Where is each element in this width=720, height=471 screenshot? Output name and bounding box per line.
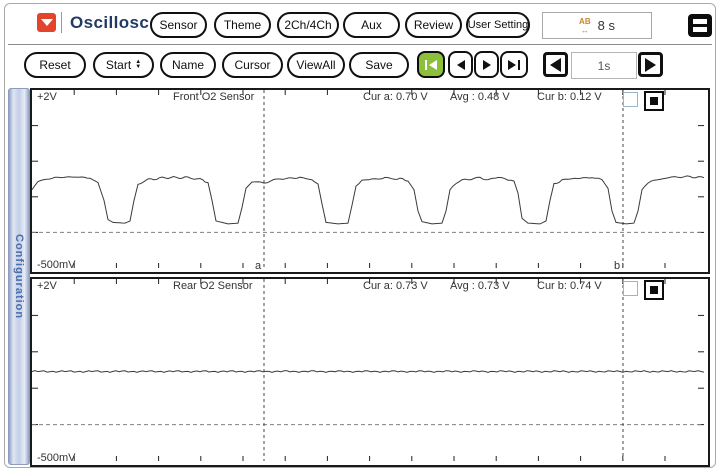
avg-readout: Avg :0.48 V: [450, 91, 510, 103]
ab-time-field[interactable]: AB ↔ 8 s: [542, 12, 652, 39]
right-triangle-icon: [508, 60, 516, 70]
avg-readout: Avg :0.73 V: [450, 280, 510, 292]
user-setting-button[interactable]: User Setting: [466, 12, 530, 38]
swatch-fill: [650, 97, 658, 105]
scale-top-label: +2V: [37, 280, 57, 292]
waveform-plot: [32, 90, 704, 268]
skip-to-start-button[interactable]: [417, 51, 445, 78]
interval-field[interactable]: 1s: [571, 52, 637, 79]
sensor-button[interactable]: Sensor: [150, 12, 207, 38]
skip-end-icon: [518, 60, 520, 70]
rear-o2-sensor-panel: +2V Rear O2 Sensor Cur a:0.73 V Avg :0.7…: [30, 277, 710, 467]
pane-bar: [693, 19, 707, 24]
waveform-plot: [32, 279, 704, 461]
toolbar-divider: [8, 44, 712, 45]
left-triangle-icon: [429, 60, 437, 70]
left-triangle-icon: [550, 58, 561, 72]
right-triangle-icon: [645, 58, 656, 72]
split-view-icon[interactable]: [688, 14, 712, 37]
cursor-b-readout: Cur b:0.74 V: [537, 280, 602, 292]
start-button[interactable]: Start ▲ ▼: [93, 52, 154, 78]
interval-increase-button[interactable]: [638, 52, 663, 77]
theme-button[interactable]: Theme: [214, 12, 271, 38]
panel-title: Front O2 Sensor: [173, 91, 254, 103]
aux-button[interactable]: Aux: [343, 12, 400, 38]
down-triangle-icon: [41, 19, 53, 26]
skip-start-icon: [425, 60, 427, 70]
channel-checkbox[interactable]: [623, 92, 638, 107]
cursor-b-readout: Cur b:0.12 V: [537, 91, 602, 103]
scale-bottom-label: -500mV: [37, 259, 76, 271]
right-triangle-icon: [483, 60, 491, 70]
cursor-button[interactable]: Cursor: [222, 52, 283, 78]
cursor-a-flag[interactable]: a: [255, 260, 261, 272]
ab-time-value: 8 s: [598, 18, 615, 33]
channel-color-swatch[interactable]: [644, 91, 664, 111]
cursor-a-readout: Cur a:0.73 V: [363, 280, 428, 292]
cursor-ab-time-icon: AB ↔: [579, 17, 591, 35]
interval-decrease-button[interactable]: [543, 52, 568, 77]
app-menu-dropdown-icon[interactable]: [37, 13, 56, 32]
toolbar-separator: [61, 12, 62, 33]
channel-color-swatch[interactable]: [644, 280, 664, 300]
channel-checkbox[interactable]: [623, 281, 638, 296]
step-back-button[interactable]: [448, 51, 473, 78]
interval-value: 1s: [598, 59, 611, 73]
reset-button[interactable]: Reset: [24, 52, 86, 78]
swatch-fill: [650, 286, 658, 294]
left-triangle-icon: [457, 60, 465, 70]
panel-title: Rear O2 Sensor: [173, 280, 252, 292]
viewall-button[interactable]: ViewAll: [287, 52, 345, 78]
pane-bar: [693, 27, 707, 32]
channel-mode-button[interactable]: 2Ch/4Ch: [277, 12, 339, 38]
front-o2-sensor-panel: +2V Front O2 Sensor Cur a:0.70 V Avg :0.…: [30, 88, 710, 274]
cursor-b-flag[interactable]: b: [614, 260, 620, 272]
scale-bottom-label: -500mV: [37, 452, 76, 464]
play-forward-button[interactable]: [474, 51, 499, 78]
configuration-tab-label: Configuration: [13, 234, 25, 319]
scale-top-label: +2V: [37, 91, 57, 103]
sidebar-tab-configuration[interactable]: Configuration: [8, 88, 30, 465]
name-button[interactable]: Name: [160, 52, 216, 78]
save-button[interactable]: Save: [349, 52, 409, 78]
review-button[interactable]: Review: [405, 12, 462, 38]
skip-to-end-button[interactable]: [500, 51, 528, 78]
cursor-a-readout: Cur a:0.70 V: [363, 91, 428, 103]
start-spinner-icon[interactable]: ▲ ▼: [135, 60, 141, 70]
